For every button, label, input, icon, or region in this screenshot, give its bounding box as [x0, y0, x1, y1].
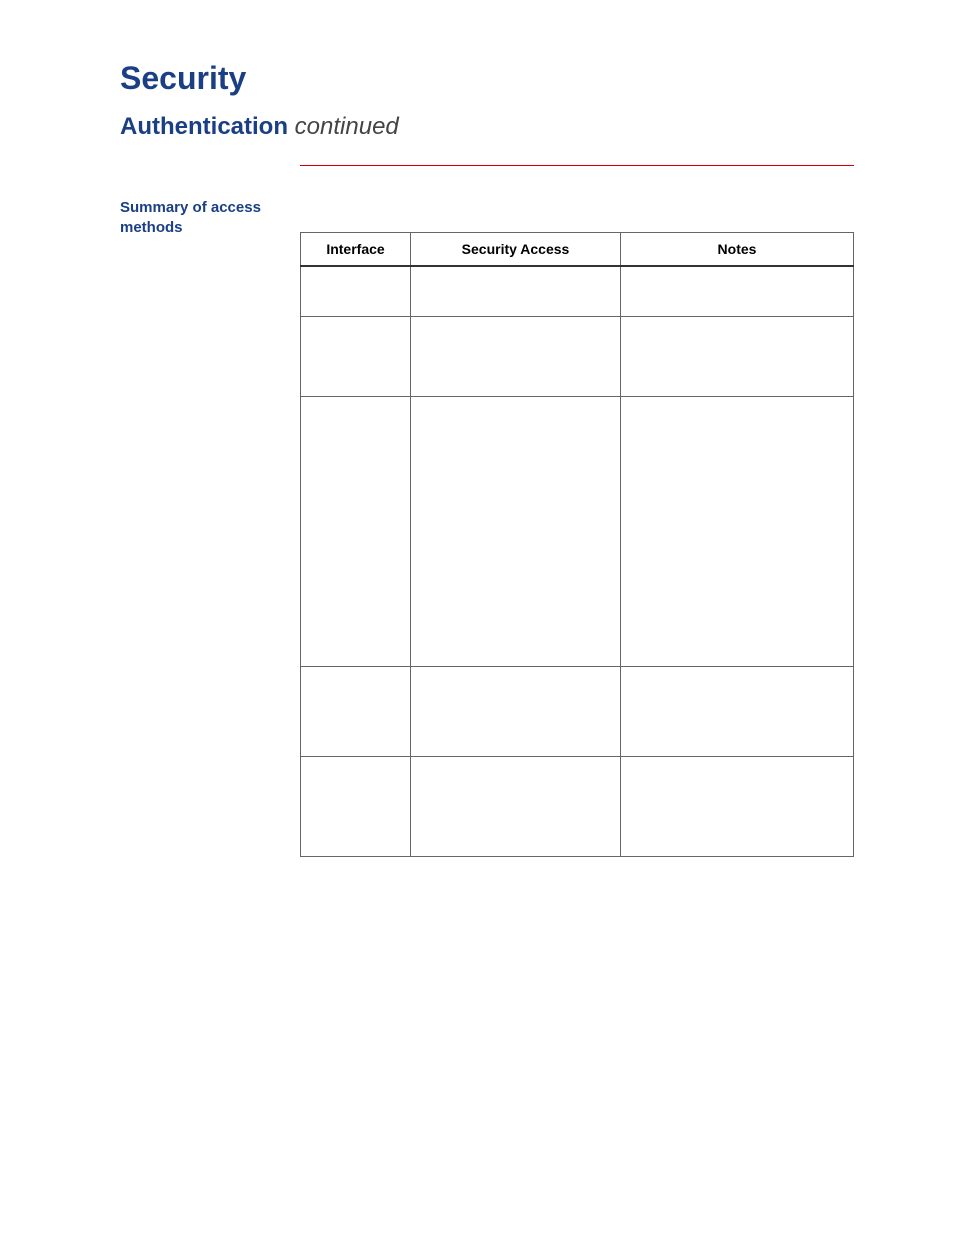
section-heading: Authentication continued — [120, 113, 854, 141]
document-page: Security Authentication continued Summar… — [0, 0, 954, 1235]
col-notes: Notes — [621, 233, 854, 267]
table-row — [301, 396, 854, 666]
side-heading: Summary of access methods — [120, 194, 300, 237]
cell-notes — [621, 666, 854, 756]
cell-security — [411, 756, 621, 856]
table-row — [301, 666, 854, 756]
cell-interface — [301, 316, 411, 396]
table-row — [301, 266, 854, 316]
cell-security — [411, 396, 621, 666]
cell-notes — [621, 756, 854, 856]
cell-interface — [301, 266, 411, 316]
cell-security — [411, 316, 621, 396]
cell-interface — [301, 396, 411, 666]
cell-notes — [621, 316, 854, 396]
continued-label: continued — [295, 113, 399, 140]
cell-notes — [621, 266, 854, 316]
table-header-row: Interface Security Access Notes — [301, 233, 854, 267]
cell-interface — [301, 666, 411, 756]
cell-security — [411, 666, 621, 756]
cell-security — [411, 266, 621, 316]
section-divider — [300, 165, 854, 166]
section-name: Authentication — [120, 113, 288, 140]
table-row — [301, 316, 854, 396]
col-security-access: Security Access — [411, 233, 621, 267]
table-container: Interface Security Access Notes — [300, 194, 854, 857]
table-row — [301, 756, 854, 856]
col-interface: Interface — [301, 233, 411, 267]
cell-notes — [621, 396, 854, 666]
content-row: Summary of access methods Interface Secu… — [120, 194, 854, 857]
cell-interface — [301, 756, 411, 856]
page-title: Security — [120, 60, 854, 97]
access-methods-table: Interface Security Access Notes — [300, 232, 854, 857]
